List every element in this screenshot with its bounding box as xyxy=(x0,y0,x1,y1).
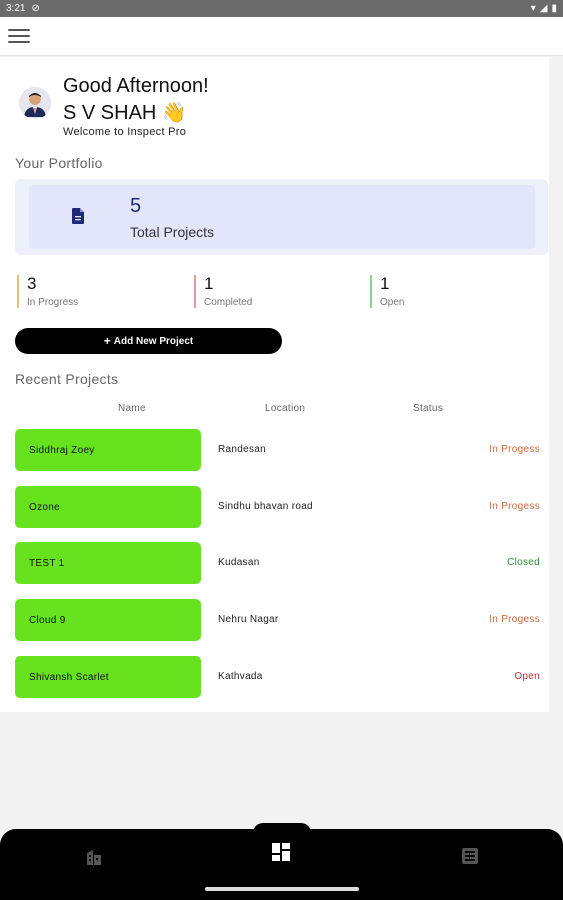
project-name[interactable]: TEST 1 xyxy=(15,542,201,584)
column-header-status: Status xyxy=(413,403,444,414)
portfolio-card: 5 Total Projects xyxy=(15,179,548,255)
total-projects-value: 5 xyxy=(130,195,142,217)
signal-icon: ◢ xyxy=(539,3,548,14)
stat-value: 1 xyxy=(380,274,390,293)
status-time: 3:21 xyxy=(6,3,26,14)
recent-projects-title: Recent Projects xyxy=(15,371,119,387)
building-icon[interactable] xyxy=(85,847,105,867)
table-row[interactable]: TEST 1 Kudasan Closed xyxy=(15,542,540,584)
project-location: Kathvada xyxy=(218,671,263,682)
add-new-project-label: Add New Project xyxy=(113,335,194,347)
project-name[interactable]: Siddhraj Zoey xyxy=(15,429,201,471)
hamburger-icon[interactable] xyxy=(8,29,30,45)
welcome-text: Welcome to Inspect Pro xyxy=(63,126,187,138)
project-name[interactable]: Shivansh Scarlet xyxy=(15,656,201,698)
total-projects-label: Total Projects xyxy=(130,224,215,240)
stat-value: 3 xyxy=(27,274,37,293)
avatar xyxy=(19,87,51,119)
nav-indicator xyxy=(253,823,311,843)
app-bar xyxy=(0,17,563,56)
project-location: Randesan xyxy=(218,444,266,455)
battery-icon: ▮ xyxy=(551,3,557,14)
table-row[interactable]: Ozone Sindhu bhavan road In Progess xyxy=(15,486,540,528)
user-name: S V SHAH 👋 xyxy=(63,102,187,124)
gesture-bar xyxy=(205,887,359,891)
project-status: Open xyxy=(514,671,540,682)
column-header-location: Location xyxy=(265,403,306,414)
dashboard-icon[interactable] xyxy=(271,842,291,862)
project-location: Nehru Nagar xyxy=(218,614,279,625)
greeting-text: Good Afternoon! xyxy=(63,75,209,97)
document-icon xyxy=(72,208,84,224)
status-icons: ▾ ◢ ▮ xyxy=(531,3,557,14)
add-new-project-button[interactable]: + Add New Project xyxy=(15,328,282,354)
status-bar: 3:21 ⊘ ▾ ◢ ▮ xyxy=(0,0,563,17)
bottom-navigation xyxy=(0,823,563,900)
column-header-name: Name xyxy=(118,403,146,414)
list-icon[interactable] xyxy=(460,846,480,866)
project-status: Closed xyxy=(507,557,540,568)
total-projects-card[interactable]: 5 Total Projects xyxy=(29,185,535,249)
portfolio-title: Your Portfolio xyxy=(15,155,103,171)
stat-value: 1 xyxy=(204,274,214,293)
project-location: Sindhu bhavan road xyxy=(218,501,313,512)
table-row[interactable]: Siddhraj Zoey Randesan In Progess xyxy=(15,429,540,471)
notification-icon: ⊘ xyxy=(31,3,40,14)
project-status: In Progess xyxy=(489,501,540,512)
stat-label: Open xyxy=(380,297,405,308)
project-status: In Progess xyxy=(489,614,540,625)
wifi-icon: ▾ xyxy=(530,3,536,14)
stat-completed: 1 Completed xyxy=(194,275,252,308)
project-status: In Progess xyxy=(489,444,540,455)
project-location: Kudasan xyxy=(218,557,260,568)
table-row[interactable]: Shivansh Scarlet Kathvada Open xyxy=(15,656,540,698)
stat-open: 1 Open xyxy=(370,275,404,308)
stat-label: Completed xyxy=(204,297,253,308)
project-name[interactable]: Cloud 9 xyxy=(15,599,201,641)
project-name[interactable]: Ozone xyxy=(15,486,201,528)
table-row[interactable]: Cloud 9 Nehru Nagar In Progess xyxy=(15,599,540,641)
dashboard-content: Good Afternoon! S V SHAH 👋 Welcome to In… xyxy=(0,57,549,712)
stat-label: In Progress xyxy=(27,297,79,308)
plus-icon: + xyxy=(103,334,111,348)
stat-in-progress: 3 In Progress xyxy=(17,275,78,308)
